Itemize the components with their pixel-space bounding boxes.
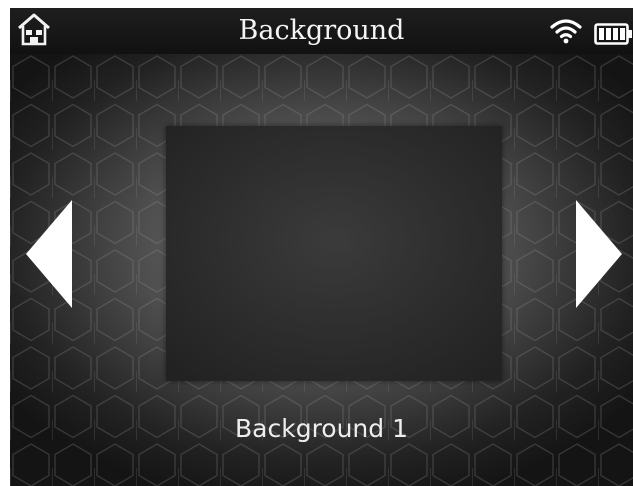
wifi-icon — [550, 19, 582, 44]
device-screen: Background Background 1 — [10, 8, 633, 486]
background-name-label: Background 1 — [235, 414, 408, 443]
left-arrow-icon[interactable] — [26, 200, 74, 308]
right-arrow-icon[interactable] — [574, 200, 622, 308]
background-preview[interactable] — [166, 126, 502, 381]
top-bar: Background — [10, 8, 633, 54]
page-title: Background — [238, 15, 405, 46]
battery-icon — [594, 23, 632, 45]
